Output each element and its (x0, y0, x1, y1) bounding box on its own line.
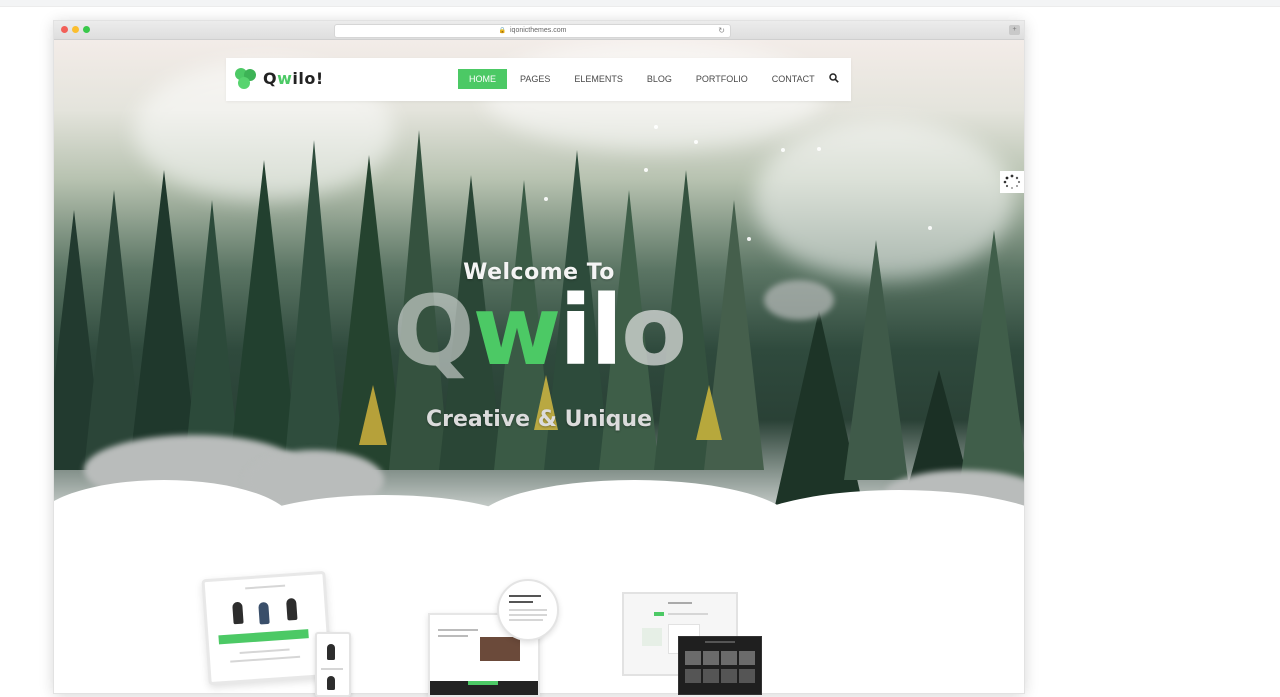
lock-icon: 🔒 (498, 28, 507, 34)
loading-spinner-icon[interactable] (1000, 171, 1024, 193)
menu-item-blog[interactable]: BLOG (636, 69, 683, 89)
address-bar[interactable]: 🔒 iqonicthemes.com ↻ (334, 24, 731, 38)
url-text: iqonicthemes.com (510, 27, 567, 34)
hero-title-q: Q (392, 275, 475, 387)
logo-text-q: Q (263, 69, 278, 88)
logo-text-rest: ilo! (292, 69, 324, 88)
demo-preview-phone[interactable] (315, 632, 351, 697)
close-window-button[interactable] (61, 26, 68, 33)
minimize-window-button[interactable] (72, 26, 79, 33)
hero-title: Qwilo (54, 276, 1024, 386)
reload-icon[interactable]: ↻ (718, 25, 725, 37)
demo-preview-laptop[interactable] (201, 570, 333, 686)
hero-title-o: o (621, 275, 687, 387)
hero-title-il: il (559, 275, 623, 387)
fullscreen-icon[interactable]: + (1009, 25, 1020, 35)
menu-item-contact[interactable]: CONTACT (761, 69, 826, 89)
hero-title-w: w (472, 275, 562, 387)
menu-item-elements[interactable]: ELEMENTS (563, 69, 634, 89)
demo-preview-dark-tablet[interactable] (678, 636, 762, 695)
top-strip (0, 0, 1280, 7)
search-icon[interactable] (829, 73, 839, 83)
menu-item-pages[interactable]: PAGES (509, 69, 561, 89)
site-navbar: Qwilo! HOME PAGES ELEMENTS BLOG PORTFOLI… (226, 58, 851, 101)
hero-section: Welcome To Qwilo Creative & Unique Qwilo… (54, 40, 1024, 540)
logo-text[interactable]: Qwilo! (263, 69, 324, 88)
main-menu: HOME PAGES ELEMENTS BLOG PORTFOLIO CONTA… (458, 69, 828, 89)
browser-chrome: 🔒 iqonicthemes.com ↻ + (54, 21, 1024, 40)
hero-tagline: Creative & Unique (426, 407, 652, 432)
menu-item-home[interactable]: HOME (458, 69, 507, 89)
maximize-window-button[interactable] (83, 26, 90, 33)
logo-icon[interactable] (234, 66, 258, 90)
demo-preview-zoom (497, 579, 559, 641)
logo-text-w: w (277, 69, 293, 88)
menu-item-portfolio[interactable]: PORTFOLIO (685, 69, 759, 89)
